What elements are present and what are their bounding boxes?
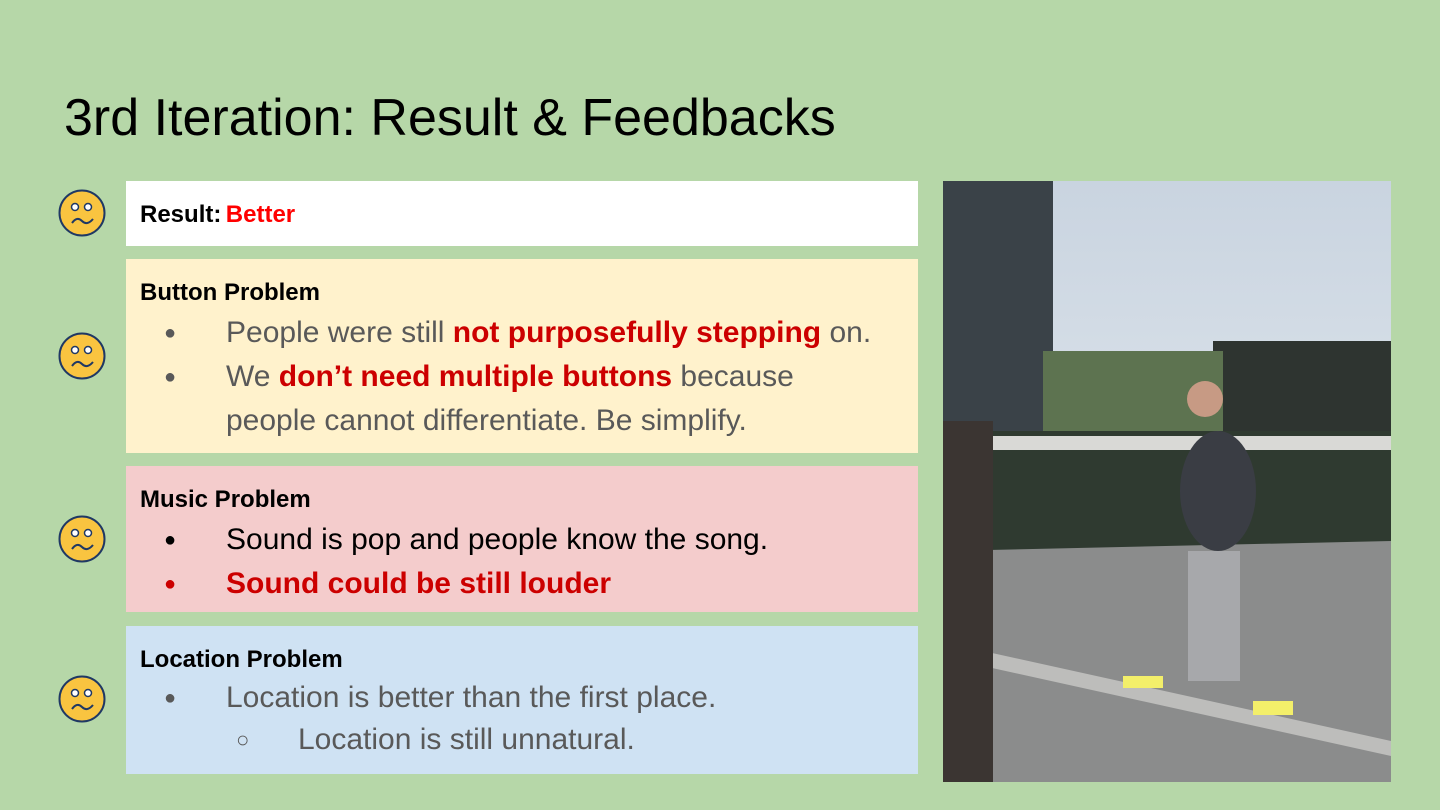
bullet-item: ● Location is better than the first place… <box>164 681 717 714</box>
confused-face-icon <box>58 332 106 380</box>
music-problem-box: Music Problem ● Sound is pop and people k… <box>126 466 918 612</box>
bullet-item: ● We don’t need multiple buttons because … <box>164 360 794 437</box>
confused-face-icon <box>58 515 106 563</box>
bullet-item: ● Sound could be still louder <box>164 567 612 600</box>
music-problem-heading: Music Problem <box>140 486 311 513</box>
result-value: Better <box>225 201 296 228</box>
sub-bullet-item: ○ Location is still unnatural. <box>236 723 635 756</box>
bullet-item: ● Sound is pop and people know the song. <box>164 523 769 556</box>
result-box: Result: Better <box>126 181 918 246</box>
location-problem-box: Location Problem ● Location is better tha… <box>126 626 918 774</box>
feedback-photo <box>943 181 1391 782</box>
confused-face-icon <box>58 675 106 723</box>
button-problem-box: Button Problem ● People were still not pu… <box>126 259 918 453</box>
result-label: Result: <box>140 201 222 228</box>
confused-face-icon <box>58 189 106 237</box>
slide-title: 3rd Iteration: Result & Feedbacks <box>64 89 836 147</box>
location-problem-heading: Location Problem <box>140 646 343 673</box>
bullet-item: ● People were still not purposefully step… <box>164 316 872 349</box>
button-problem-heading: Button Problem <box>140 279 320 306</box>
